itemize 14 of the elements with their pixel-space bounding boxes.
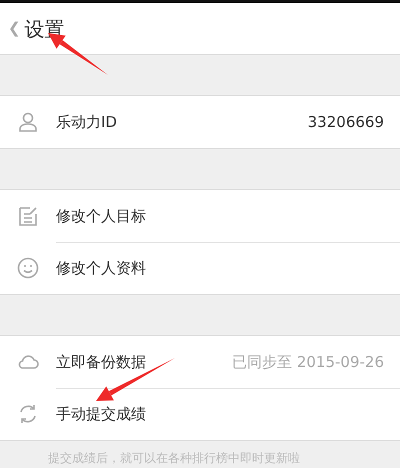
row-label: 乐动力ID [56, 112, 117, 133]
person-icon [16, 110, 40, 134]
row-label: 手动提交成绩 [56, 404, 146, 426]
settings-row[interactable]: 修改个人目标 [0, 190, 400, 242]
smiley-icon [16, 256, 40, 280]
settings-row[interactable]: 修改个人资料 [0, 242, 400, 294]
settings-row[interactable]: 立即备份数据 已同步至 2015-09-26 [0, 336, 400, 388]
settings-row[interactable]: 乐动力ID 33206669 [0, 96, 400, 148]
row-label: 修改个人目标 [56, 206, 146, 227]
row-value: 已同步至 2015-09-26 [232, 352, 384, 373]
note-icon [16, 204, 40, 228]
row-value: 33206669 [308, 112, 384, 133]
row-label: 立即备份数据 [56, 352, 146, 373]
row-label: 修改个人资料 [56, 258, 146, 280]
